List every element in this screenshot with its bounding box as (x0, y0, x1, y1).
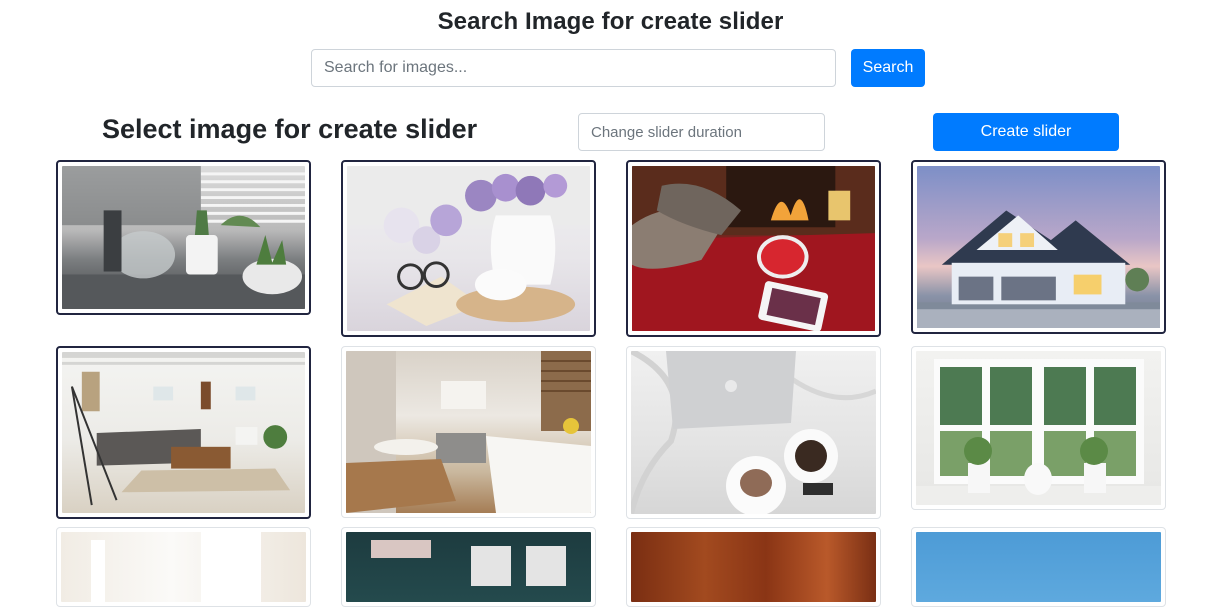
image-thumb[interactable] (911, 527, 1166, 607)
lilac-teacup-image (347, 166, 590, 331)
image-thumb[interactable] (626, 160, 881, 337)
laptop-coffee-image (631, 351, 876, 514)
image-thumb[interactable] (626, 527, 881, 607)
kitchen-image (346, 351, 591, 513)
window-flowers-image (916, 351, 1161, 505)
image-thumb[interactable] (56, 527, 311, 607)
image-thumb[interactable] (341, 346, 596, 518)
page-title: Search Image for create slider (437, 8, 784, 35)
suburban-house-image (917, 166, 1160, 328)
cozy-fireplace-image (632, 166, 875, 331)
blue-sky-image (916, 532, 1161, 602)
curtains-image (61, 532, 306, 602)
search-input[interactable] (311, 49, 836, 87)
image-thumb[interactable] (341, 160, 596, 337)
plants-windowsill-image (62, 166, 305, 309)
section-title: Select image for create slider (102, 114, 478, 144)
image-thumb[interactable] (341, 527, 596, 607)
image-thumb[interactable] (911, 346, 1166, 510)
slider-duration-input[interactable] (578, 113, 825, 151)
image-thumb[interactable] (56, 346, 311, 519)
wood-texture-image (631, 532, 876, 602)
image-thumb[interactable] (56, 160, 311, 315)
create-slider-button[interactable]: Create slider (933, 113, 1119, 151)
building-facade-image (346, 532, 591, 602)
image-thumb[interactable] (911, 160, 1166, 334)
search-button[interactable]: Search (851, 49, 925, 87)
living-room-image (62, 352, 305, 513)
image-thumb[interactable] (626, 346, 881, 519)
